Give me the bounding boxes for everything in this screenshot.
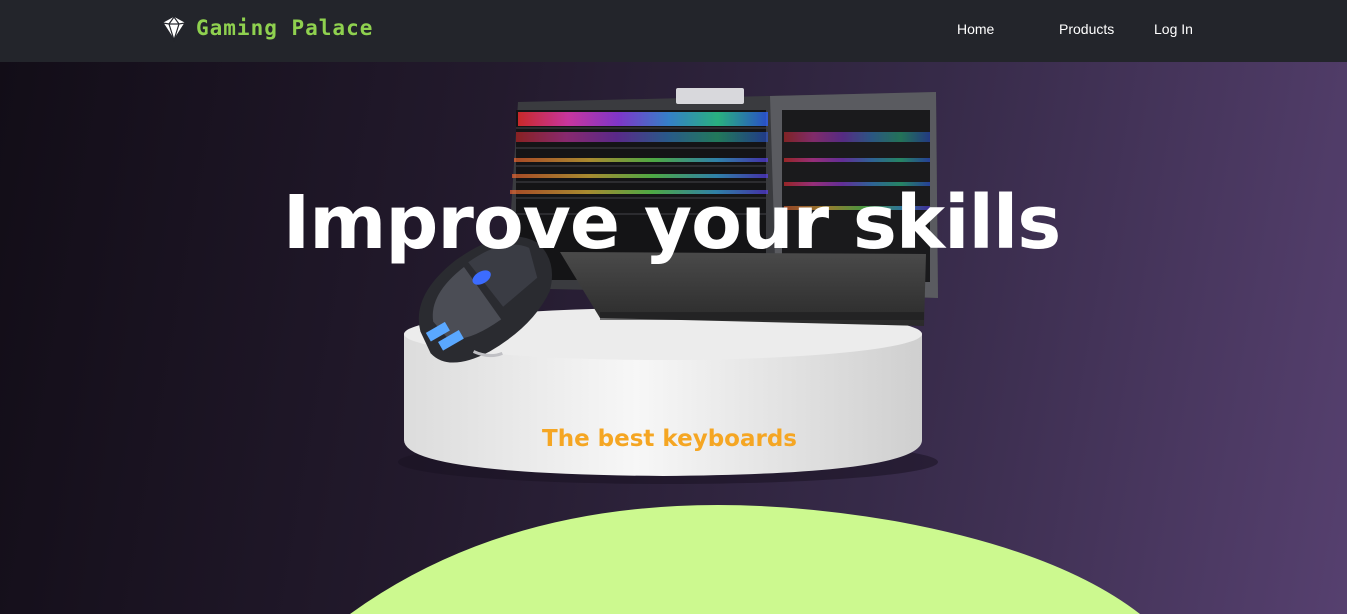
brand-home-link[interactable]: Gaming Palace bbox=[160, 14, 373, 42]
nav-link-login[interactable]: Log In bbox=[1154, 21, 1193, 37]
nav-link-home[interactable]: Home bbox=[957, 21, 994, 37]
hero-section: Improve your skills The best keyboards bbox=[0, 62, 1347, 614]
top-navbar: Gaming Palace Home Products Log In bbox=[0, 0, 1347, 62]
diamond-gem-icon bbox=[162, 15, 186, 42]
nav-link-products[interactable]: Products bbox=[1059, 21, 1114, 37]
hero-title: Improve your skills bbox=[282, 180, 1062, 266]
hero-subtitle: The best keyboards bbox=[542, 426, 797, 452]
brand-name: Gaming Palace bbox=[196, 16, 374, 40]
keyboard-and-mouse-on-pedestal-image bbox=[398, 88, 938, 484]
